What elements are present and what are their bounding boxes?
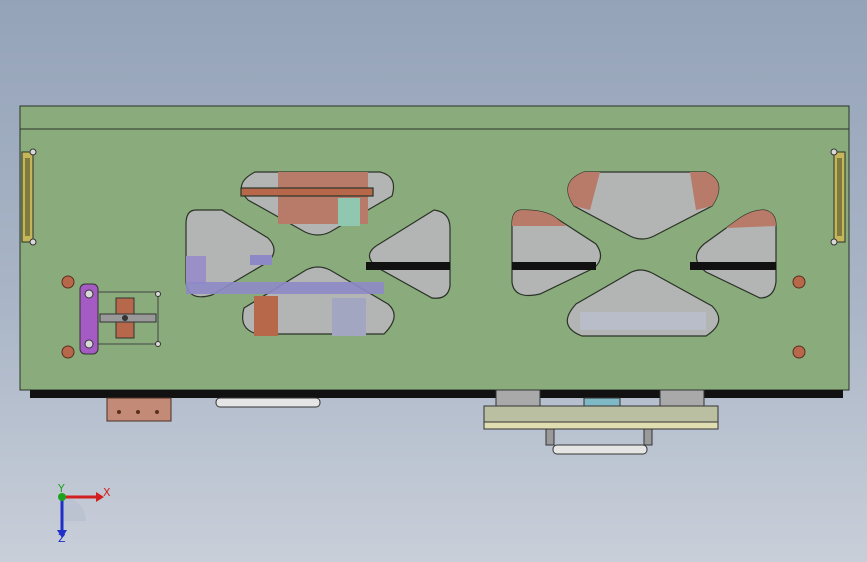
coordinate-triad: X Y Z xyxy=(57,482,111,545)
plate-bottom-rail xyxy=(30,390,843,398)
z-axis-label: Z xyxy=(58,532,66,545)
x-axis-label: X xyxy=(103,486,111,499)
hole-right-bottom xyxy=(792,345,806,359)
left-handle[interactable] xyxy=(215,397,321,408)
cad-viewport[interactable]: X Y Z xyxy=(0,0,867,562)
hole-right-top xyxy=(792,275,806,289)
hole-left-bottom xyxy=(61,345,75,359)
bottom-copper-tab xyxy=(106,397,172,422)
y-axis-label: Y xyxy=(57,482,65,495)
hole-left-top xyxy=(61,275,75,289)
right-fixture[interactable] xyxy=(483,389,719,455)
